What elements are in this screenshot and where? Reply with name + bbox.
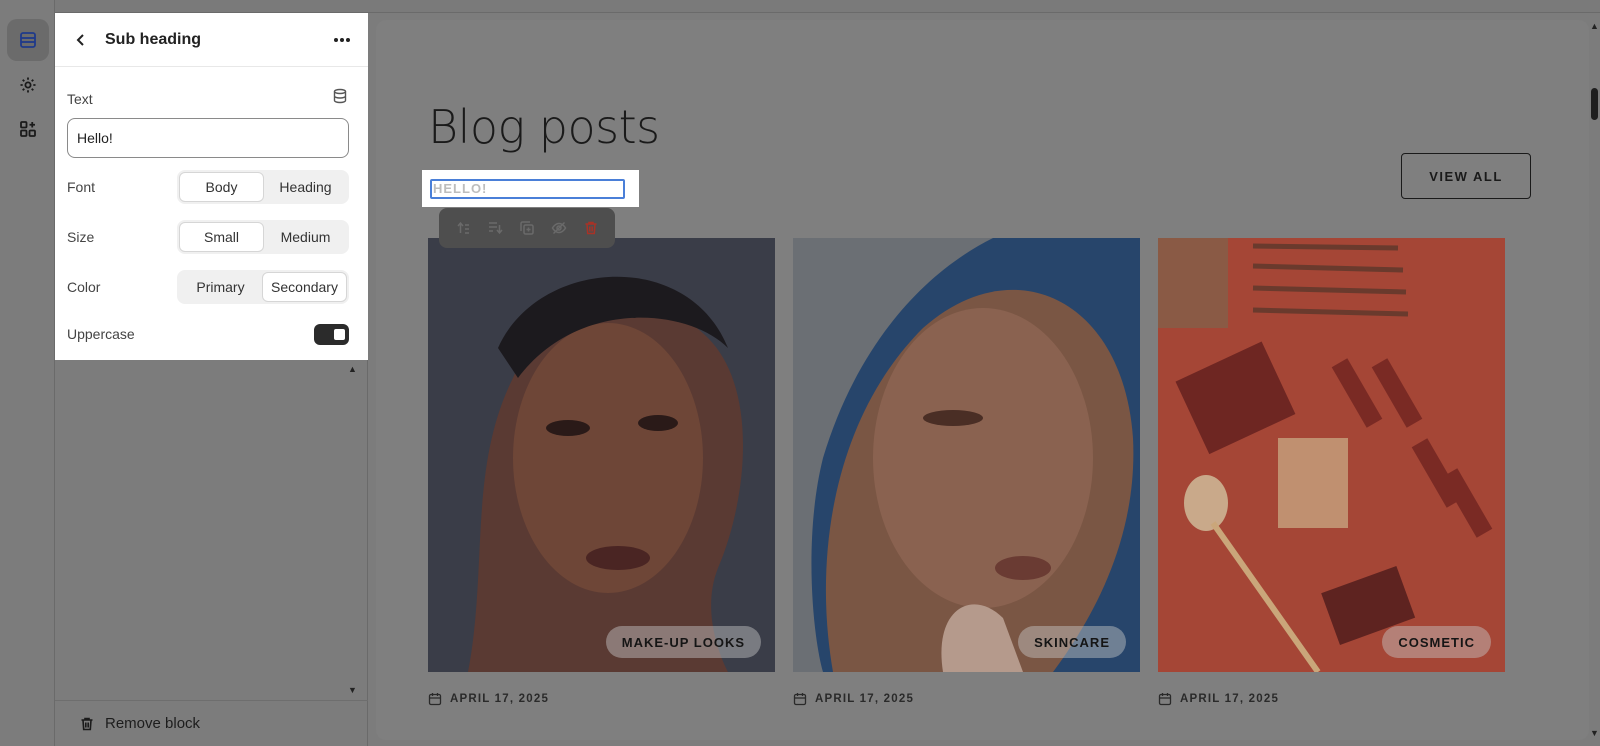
size-segmented-control: Small Medium <box>177 220 349 254</box>
portrait-photo-2 <box>793 238 1140 672</box>
post-date: APRIL 17, 2025 <box>428 692 775 706</box>
sub-heading-settings-panel: Sub heading Text Font Body Heading Size … <box>55 13 368 360</box>
blog-card[interactable]: MAKE-UP LOOKS APRIL 17, 2025 <box>428 238 775 706</box>
chevron-left-icon <box>76 33 84 46</box>
post-date-text: APRIL 17, 2025 <box>1180 693 1280 705</box>
size-option-medium[interactable]: Medium <box>264 222 347 252</box>
font-segmented-control: Body Heading <box>177 170 349 204</box>
duplicate-icon <box>520 221 534 235</box>
post-date-text: APRIL 17, 2025 <box>815 693 915 705</box>
calendar-icon <box>793 693 807 706</box>
calendar-icon <box>428 693 442 706</box>
move-up-icon <box>457 221 469 234</box>
text-input[interactable] <box>67 118 349 158</box>
preview-scrollbar[interactable]: ▲ ▼ <box>1589 13 1600 746</box>
post-date-text: APRIL 17, 2025 <box>450 693 550 705</box>
blog-card-image[interactable]: SKINCARE <box>793 238 1140 672</box>
scroll-down-icon[interactable]: ▼ <box>1590 728 1599 738</box>
duplicate-button[interactable] <box>517 218 537 238</box>
font-setting: Font Body Heading <box>67 170 349 204</box>
selected-block-highlight: HELLO! <box>422 170 639 207</box>
view-all-button[interactable]: VIEW ALL <box>1401 153 1531 199</box>
hide-button[interactable] <box>549 218 569 238</box>
calendar-icon <box>1158 693 1172 706</box>
preview-canvas: Blog posts VIEW ALL MAKE-UP LOOKS APRIL … <box>376 20 1589 740</box>
block-toolbar <box>439 208 615 248</box>
blog-card-image[interactable]: COSMETIC <box>1158 238 1505 672</box>
more-options-button[interactable] <box>330 28 354 52</box>
trash-icon <box>585 221 597 235</box>
category-tag[interactable]: MAKE-UP LOOKS <box>605 626 761 658</box>
blog-card[interactable]: SKINCARE APRIL 17, 2025 <box>793 238 1140 706</box>
scroll-up-icon[interactable]: ▲ <box>1590 21 1599 31</box>
category-tag[interactable]: SKINCARE <box>1018 626 1126 658</box>
cosmetics-photo <box>1158 238 1505 672</box>
blog-card-image[interactable]: MAKE-UP LOOKS <box>428 238 775 672</box>
settings-nav-button[interactable] <box>7 64 49 106</box>
font-label: Font <box>67 179 96 195</box>
font-option-heading[interactable]: Heading <box>264 172 347 202</box>
post-date: APRIL 17, 2025 <box>1158 692 1505 706</box>
text-label: Text <box>67 90 93 107</box>
scrollbar-thumb[interactable] <box>1591 88 1598 120</box>
move-up-button[interactable] <box>453 218 473 238</box>
database-icon <box>333 88 347 104</box>
portrait-photo-1 <box>428 238 775 672</box>
eye-off-icon <box>551 221 567 235</box>
blog-card[interactable]: COSMETIC APRIL 17, 2025 <box>1158 238 1505 706</box>
font-option-body[interactable]: Body <box>179 172 264 202</box>
scroll-down-icon[interactable]: ▼ <box>348 685 357 695</box>
panel-header: Sub heading <box>55 13 368 67</box>
sub-heading-inline-editor[interactable]: HELLO! <box>430 179 625 199</box>
uppercase-setting: Uppercase <box>67 317 349 351</box>
top-bar <box>55 0 1600 13</box>
sidebar-panel: ▲ ▼ <box>55 360 368 746</box>
color-option-secondary[interactable]: Secondary <box>262 272 347 302</box>
move-down-icon <box>489 222 503 235</box>
apps-nav-button[interactable] <box>7 108 49 150</box>
size-label: Size <box>67 229 95 245</box>
sections-icon <box>20 32 36 48</box>
category-tag[interactable]: COSMETIC <box>1382 626 1491 658</box>
dynamic-source-button[interactable] <box>332 88 348 109</box>
color-label: Color <box>67 279 101 295</box>
more-horizontal-icon <box>334 37 350 42</box>
delete-button[interactable] <box>581 218 601 238</box>
apps-icon <box>20 121 36 137</box>
panel-title: Sub heading <box>105 30 201 48</box>
color-option-primary[interactable]: Primary <box>179 272 262 302</box>
scroll-up-icon[interactable]: ▲ <box>348 364 357 374</box>
sections-nav-button[interactable] <box>7 19 49 61</box>
remove-block-button[interactable]: Remove block <box>55 700 368 746</box>
back-button[interactable] <box>69 28 93 52</box>
move-down-button[interactable] <box>485 218 505 238</box>
size-option-small[interactable]: Small <box>179 222 264 252</box>
post-date: APRIL 17, 2025 <box>793 692 1140 706</box>
color-setting: Color Primary Secondary <box>67 270 349 304</box>
size-setting: Size Small Medium <box>67 220 349 254</box>
uppercase-toggle[interactable] <box>314 323 349 345</box>
color-segmented-control: Primary Secondary <box>177 270 349 304</box>
blog-card-list: MAKE-UP LOOKS APRIL 17, 2025 SKINCARE AP… <box>428 238 1505 706</box>
trash-icon <box>81 717 93 730</box>
remove-block-label: Remove block <box>105 715 201 732</box>
text-field-header: Text <box>67 88 348 109</box>
section-title[interactable]: Blog posts <box>428 100 660 154</box>
icon-rail <box>0 0 55 746</box>
uppercase-label: Uppercase <box>67 326 135 342</box>
gear-icon <box>20 77 36 93</box>
